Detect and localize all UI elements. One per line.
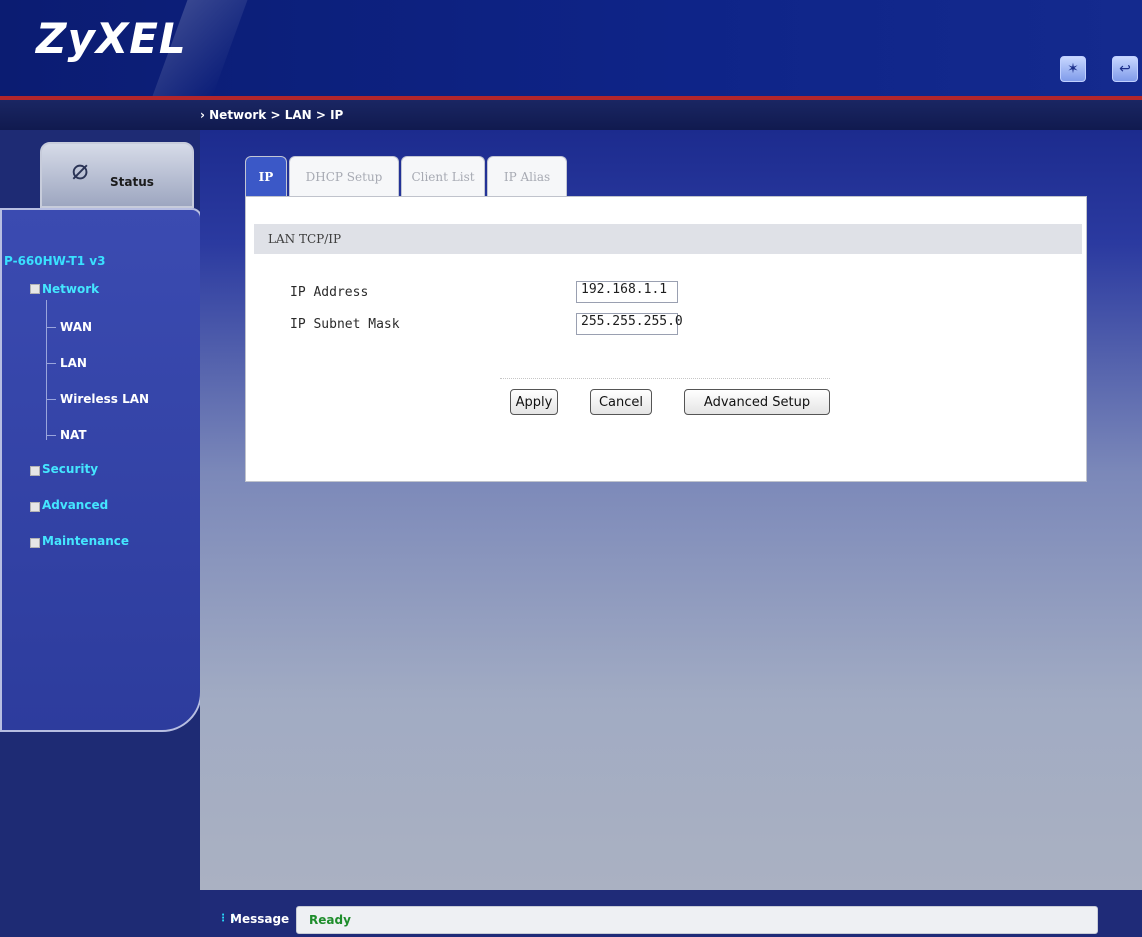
breadcrumb-bar [0, 100, 1142, 130]
ip-address-input[interactable]: 192.168.1.1 [576, 281, 678, 303]
subnet-mask-input[interactable]: 255.255.255.0 [576, 313, 683, 335]
cancel-button[interactable]: Cancel [590, 389, 652, 415]
status-label[interactable]: Status [110, 175, 154, 189]
expand-security-icon[interactable] [30, 466, 40, 476]
nav-maintenance[interactable]: Maintenance [42, 534, 129, 548]
tab-dhcp-setup[interactable]: DHCP Setup [289, 156, 399, 197]
nav-tree-branch [46, 435, 56, 436]
breadcrumb: › Network > LAN > IP [200, 108, 343, 122]
tab-client-list[interactable]: Client List [401, 156, 485, 197]
nav-security[interactable]: Security [42, 462, 98, 476]
nav-wan[interactable]: WAN [60, 320, 92, 334]
logout-icon[interactable]: ↩ [1112, 56, 1138, 82]
nav-tree-branch [46, 363, 56, 364]
breadcrumb-text: Network > LAN > IP [209, 108, 344, 122]
nav-lan[interactable]: LAN [60, 356, 87, 370]
nav-tree-line [46, 300, 47, 440]
nav-tree-branch [46, 327, 56, 328]
router-icon: ⌀ [71, 153, 89, 186]
nav-advanced[interactable]: Advanced [42, 498, 108, 512]
ip-address-label: IP Address [290, 285, 369, 300]
button-divider [500, 378, 830, 380]
model-name: P-660HW-T1 v3 [4, 254, 106, 268]
expand-advanced-icon[interactable] [30, 502, 40, 512]
zyxel-logo: ZyXEL [36, 14, 187, 63]
subnet-mask-label: IP Subnet Mask [290, 317, 400, 332]
advanced-setup-button[interactable]: Advanced Setup [684, 389, 830, 415]
message-status: Ready [296, 906, 1098, 934]
tab-ip[interactable]: IP [245, 156, 287, 197]
section-header: LAN TCP/IP [254, 224, 1082, 254]
apply-button[interactable]: Apply [510, 389, 558, 415]
wizard-icon[interactable]: ✶ [1060, 56, 1086, 82]
nav-wireless-lan[interactable]: Wireless LAN [60, 392, 149, 406]
nav-tree-branch [46, 399, 56, 400]
collapse-network-icon[interactable] [30, 284, 40, 294]
message-label: Message [230, 912, 290, 926]
nav-network[interactable]: Network [42, 282, 99, 296]
tab-ip-alias[interactable]: IP Alias [487, 156, 567, 197]
breadcrumb-arrow-icon: › [200, 108, 205, 122]
nav-nat[interactable]: NAT [60, 428, 87, 442]
expand-maintenance-icon[interactable] [30, 538, 40, 548]
